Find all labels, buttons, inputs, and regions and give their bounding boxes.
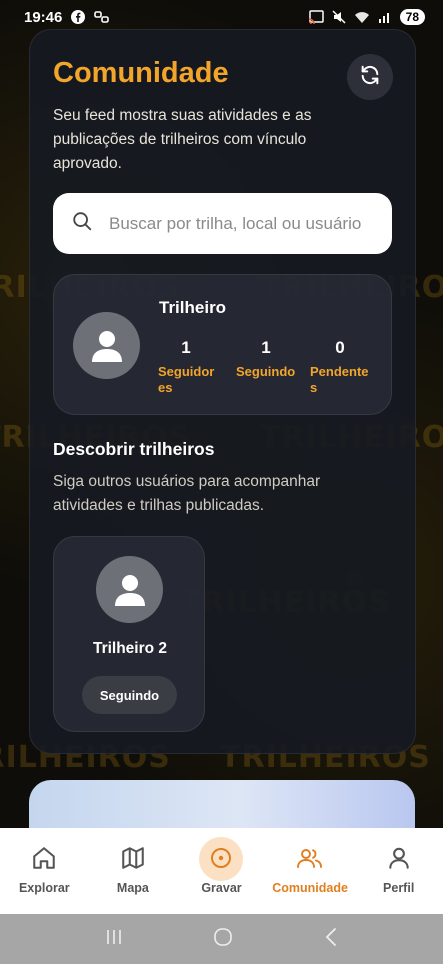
stat-label: Seguidores — [158, 364, 215, 395]
page-subtitle: Seu feed mostra suas atividades e as pub… — [53, 107, 312, 172]
mute-icon — [331, 10, 347, 24]
nav-label: Perfil — [383, 881, 415, 895]
avatar — [73, 312, 140, 379]
nav-item-gravar[interactable]: Gravar — [177, 828, 266, 914]
user-name: Trilheiro 2 — [92, 640, 168, 657]
discover-subtitle: Siga outros usuários para acompanhar ati… — [53, 473, 321, 514]
cast-icon — [308, 10, 324, 24]
profile-icon — [385, 844, 413, 872]
stat-value: 1 — [181, 338, 191, 357]
home-icon — [30, 844, 58, 872]
back-icon[interactable] — [323, 927, 339, 952]
recent-apps-icon[interactable] — [104, 928, 124, 951]
nav-label: Gravar — [201, 881, 242, 895]
stat-value: 0 — [335, 338, 345, 357]
link-icon — [94, 10, 110, 24]
stat-pending[interactable]: 0 Pendentes — [308, 338, 372, 396]
community-card: Comunidade Seu feed mostra suas atividad… — [29, 29, 416, 754]
profile-summary-card[interactable]: Trilheiro 1 Seguidores 1 Seguindo 0 Pend… — [53, 274, 392, 415]
bottom-nav: Explorar Mapa Gravar Comunidade Perfil — [0, 828, 443, 914]
map-icon — [119, 844, 147, 872]
search-icon — [71, 210, 93, 237]
user-card[interactable]: Trilheiro 2 Seguindo — [53, 536, 205, 732]
status-bar: 19:46 78 — [0, 0, 443, 34]
wifi-icon — [354, 10, 370, 24]
nav-item-explorar[interactable]: Explorar — [0, 828, 89, 914]
refresh-button[interactable] — [347, 54, 393, 100]
nav-label: Mapa — [116, 881, 149, 895]
facebook-icon — [70, 10, 86, 24]
page-title: Comunidade — [53, 57, 229, 89]
stat-following[interactable]: 1 Seguindo — [234, 338, 298, 380]
stat-followers[interactable]: 1 Seguidores — [154, 338, 218, 396]
avatar — [96, 556, 163, 623]
user-icon — [114, 574, 145, 606]
stat-label: Pendentes — [310, 364, 369, 395]
nav-item-comunidade[interactable]: Comunidade — [266, 828, 355, 914]
user-icon — [91, 330, 122, 362]
discover-title: Descobrir trilheiros — [53, 439, 215, 459]
battery-indicator: 78 — [399, 9, 425, 25]
nav-item-mapa[interactable]: Mapa — [89, 828, 178, 914]
refresh-icon — [359, 64, 381, 91]
signal-icon — [377, 10, 393, 24]
community-icon — [296, 844, 324, 872]
following-button[interactable]: Seguindo — [82, 676, 177, 714]
status-time: 19:46 — [24, 8, 63, 26]
nav-label: Comunidade — [272, 881, 348, 895]
stat-label: Seguindo — [236, 364, 296, 379]
search-input[interactable] — [109, 213, 369, 234]
record-icon — [207, 844, 235, 872]
system-nav-bar — [0, 914, 443, 964]
nav-item-perfil[interactable]: Perfil — [354, 828, 443, 914]
search-bar[interactable] — [53, 193, 392, 254]
stat-value: 1 — [261, 338, 271, 357]
nav-label: Explorar — [18, 881, 70, 895]
profile-name: Trilheiro — [159, 298, 227, 317]
home-button-icon[interactable] — [212, 926, 234, 953]
